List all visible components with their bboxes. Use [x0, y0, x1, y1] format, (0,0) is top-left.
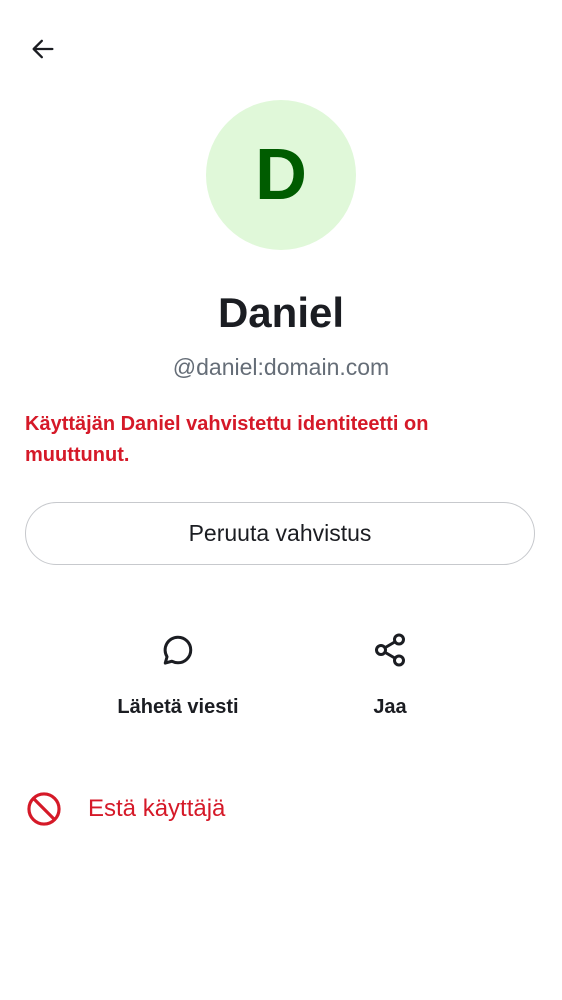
back-button[interactable]: [22, 30, 64, 72]
block-icon: [24, 789, 64, 829]
share-icon: [370, 630, 410, 670]
share-label: Jaa: [373, 696, 407, 718]
share-button[interactable]: Jaa: [300, 630, 480, 719]
block-user-button[interactable]: Estä käyttäjä: [24, 786, 225, 832]
send-message-button[interactable]: Lähetä viesti: [88, 630, 268, 719]
avatar: D: [206, 100, 356, 250]
withdraw-verification-button[interactable]: Peruuta vahvistus: [25, 502, 535, 565]
arrow-left-icon: [29, 35, 57, 68]
display-name: Daniel: [217, 289, 345, 336]
user-id: @daniel:domain.com: [172, 354, 390, 380]
chat-bubble-icon: [158, 630, 198, 670]
avatar-initial: D: [255, 135, 307, 215]
block-user-label: Estä käyttäjä: [88, 795, 226, 822]
send-message-label: Lähetä viesti: [117, 696, 239, 718]
identity-changed-warning: Käyttäjän Daniel vahvistettu identiteett…: [25, 413, 429, 466]
